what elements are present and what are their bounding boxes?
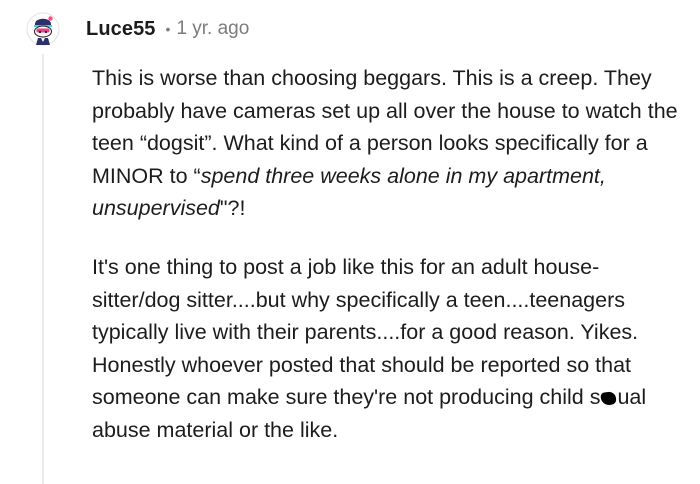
reddit-snoo-avatar-icon	[26, 12, 60, 46]
comment: Luce55 • 1 yr. ago This is worse than ch…	[0, 0, 700, 484]
comment-text: It's one thing to post a job like this f…	[92, 254, 639, 410]
comment-meta: Luce55 • 1 yr. ago	[86, 16, 249, 42]
timestamp[interactable]: 1 yr. ago	[176, 18, 249, 40]
comment-paragraph-2: It's one thing to post a job like this f…	[92, 251, 682, 447]
censor-mark	[600, 391, 618, 407]
comment-paragraph-1: This is worse than choosing beggars. Thi…	[92, 62, 682, 225]
username-link[interactable]: Luce55	[86, 18, 156, 41]
comment-body: This is worse than choosing beggars. Thi…	[92, 62, 682, 447]
meta-separator: •	[165, 21, 171, 37]
thread-line[interactable]	[42, 54, 44, 484]
user-avatar[interactable]	[26, 12, 60, 46]
comment-text: "?!	[219, 196, 246, 221]
